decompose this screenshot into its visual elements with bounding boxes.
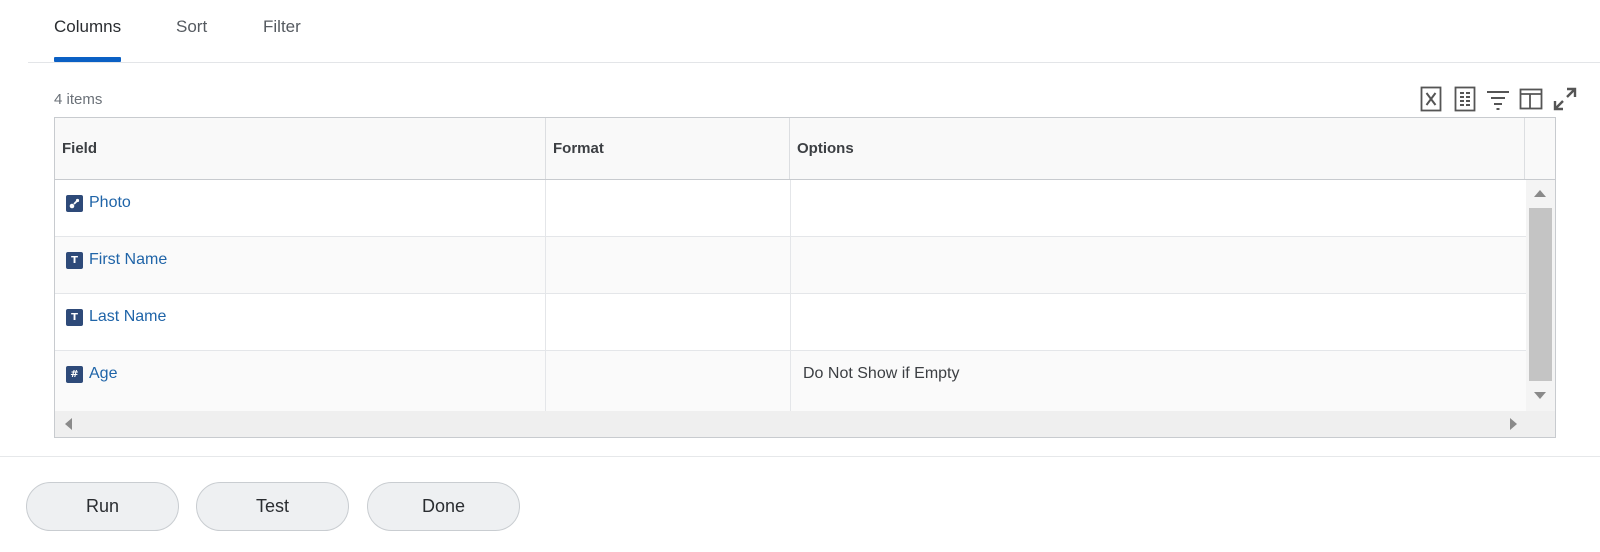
options-cell[interactable] bbox=[791, 237, 1526, 294]
field-link-first-name[interactable]: T First Name bbox=[66, 251, 167, 269]
scroll-right-arrow-icon[interactable] bbox=[1510, 418, 1517, 430]
scroll-up-arrow-icon[interactable] bbox=[1534, 190, 1546, 197]
image-icon bbox=[66, 194, 83, 212]
format-cell[interactable] bbox=[546, 237, 791, 294]
scrollbar-corner bbox=[1526, 411, 1555, 437]
field-name: Photo bbox=[89, 194, 131, 211]
field-cell: T First Name bbox=[55, 237, 546, 294]
header-format[interactable]: Format bbox=[546, 118, 790, 179]
tab-columns[interactable]: Columns bbox=[54, 16, 122, 63]
vertical-scroll-thumb[interactable] bbox=[1529, 208, 1552, 381]
export-excel-icon[interactable] bbox=[1416, 84, 1446, 114]
field-link-age[interactable]: # Age bbox=[66, 365, 117, 383]
tab-sort[interactable]: Sort bbox=[176, 16, 207, 63]
header-options[interactable]: Options bbox=[790, 118, 1525, 179]
text-type-icon: T bbox=[66, 308, 83, 326]
field-link-photo[interactable]: Photo bbox=[66, 194, 131, 212]
options-cell[interactable] bbox=[791, 294, 1526, 351]
header-field[interactable]: Field bbox=[55, 118, 546, 179]
table-row: # Age Do Not Show if Empty bbox=[55, 351, 1526, 411]
tab-bar: Columns Sort Filter bbox=[28, 0, 1600, 63]
vertical-scrollbar[interactable] bbox=[1526, 180, 1555, 411]
done-button[interactable]: Done bbox=[367, 482, 520, 531]
field-name: Last Name bbox=[89, 308, 167, 325]
table-row: T Last Name bbox=[55, 294, 1526, 351]
options-cell[interactable]: Do Not Show if Empty bbox=[791, 351, 1526, 411]
field-cell: # Age bbox=[55, 351, 546, 411]
number-type-icon: # bbox=[66, 365, 83, 383]
field-name: First Name bbox=[89, 251, 168, 268]
columns-grid: Field Format Options Photo T First Name … bbox=[54, 117, 1556, 438]
field-name: Age bbox=[89, 365, 118, 382]
table-row: Photo bbox=[55, 180, 1526, 237]
items-count: 4 items bbox=[54, 91, 103, 108]
horizontal-scrollbar[interactable] bbox=[55, 411, 1526, 437]
scroll-down-arrow-icon[interactable] bbox=[1534, 392, 1546, 399]
filter-icon[interactable] bbox=[1483, 84, 1513, 114]
grid-header: Field Format Options bbox=[55, 118, 1555, 180]
grid-toolbar bbox=[1416, 84, 1586, 114]
field-cell: T Last Name bbox=[55, 294, 546, 351]
footer-divider bbox=[0, 456, 1600, 457]
options-cell[interactable] bbox=[791, 180, 1526, 237]
test-button[interactable]: Test bbox=[196, 482, 349, 531]
report-columns-page: Columns Sort Filter 4 items Field Format… bbox=[0, 0, 1600, 552]
format-cell[interactable] bbox=[546, 180, 791, 237]
run-button[interactable]: Run bbox=[26, 482, 179, 531]
options-text: Do Not Show if Empty bbox=[803, 365, 960, 382]
format-cell[interactable] bbox=[546, 351, 791, 411]
format-cell[interactable] bbox=[546, 294, 791, 351]
column-layout-icon[interactable] bbox=[1516, 84, 1546, 114]
text-type-icon: T bbox=[66, 251, 83, 269]
scroll-left-arrow-icon[interactable] bbox=[65, 418, 72, 430]
table-row: T First Name bbox=[55, 237, 1526, 294]
tab-filter[interactable]: Filter bbox=[263, 16, 301, 63]
expand-icon[interactable] bbox=[1550, 84, 1580, 114]
field-cell: Photo bbox=[55, 180, 546, 237]
field-link-last-name[interactable]: T Last Name bbox=[66, 308, 166, 326]
export-pdf-icon[interactable] bbox=[1450, 84, 1480, 114]
